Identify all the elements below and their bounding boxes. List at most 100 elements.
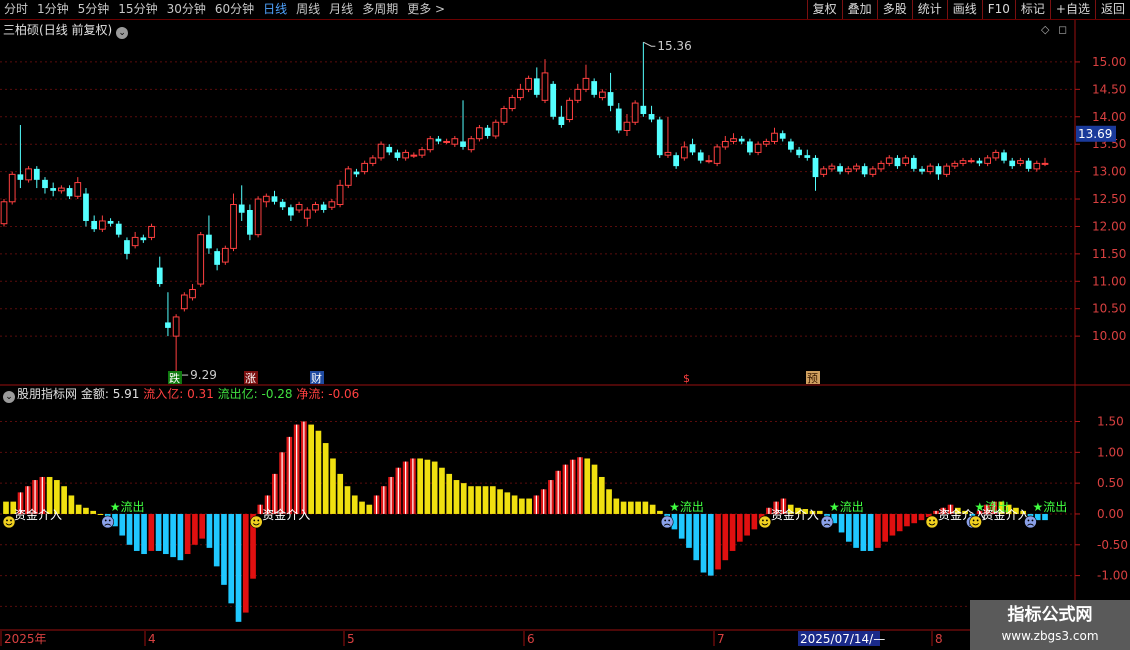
flow-bar-outflow (896, 513, 903, 532)
candle-body-up (631, 102, 639, 123)
event-marker-finance: 财 (311, 371, 322, 385)
chevron-down-icon[interactable]: ⌄ (3, 391, 15, 403)
candle-body-down (673, 155, 680, 167)
indicator-header: ⌄ 股朋指标网 金额: 5.91 流入亿: 0.31 流出亿: -0.28 净流:… (0, 385, 359, 403)
candle-body-down (648, 114, 655, 120)
flow-bar-outflow (722, 513, 729, 561)
action-button-4[interactable]: 画线 (946, 0, 982, 19)
flow-bar-inflow (90, 510, 97, 514)
event-marker-dollar: $ (683, 372, 690, 385)
candle-body-up (623, 121, 631, 131)
signal-inflow-label: 资金介入 (262, 507, 310, 522)
face-eye (929, 519, 931, 522)
period-tab-9[interactable]: 多周期 (358, 0, 403, 19)
flow-bar-outflow (133, 513, 140, 551)
candle-body-down (1001, 152, 1007, 161)
period-tab-5[interactable]: 60分钟 (211, 0, 259, 19)
watermark-url: www.zbgs3.com (1001, 629, 1099, 643)
candle-body-down (779, 133, 786, 139)
flow-bar-outflow (686, 513, 692, 548)
high-annotation: 15.36 (657, 39, 691, 53)
action-button-7[interactable]: +自选 (1049, 0, 1095, 19)
price-tick-label: 10.00 (1092, 329, 1126, 343)
chart-title: 三柏硕(日线 前复权) ⌄ (0, 20, 1075, 40)
flow-bar-inflow (446, 473, 453, 514)
period-tab-0[interactable]: 分时 (0, 0, 33, 19)
action-button-3[interactable]: 统计 (911, 0, 947, 19)
flow-bar-outflow (206, 513, 213, 548)
flow-bar-inflow (453, 480, 460, 514)
candle-body-up (959, 160, 967, 164)
flow-bar-stripe (390, 476, 392, 514)
action-button-1[interactable]: 叠加 (841, 0, 877, 19)
date-label: 7 (717, 632, 725, 646)
top-toolbar: 分时 1分钟 5分钟 15分钟 30分钟 60分钟 日线 周线 月线 多周期 更多 > 复权 叠加 多股… (0, 0, 1130, 20)
flow-bar-inflow (635, 501, 641, 514)
chart-canvas[interactable]: ★流出资金介入★流出资金介入★流出资金介入★流出资金介入★流出资金介入 15.0… (0, 0, 1130, 650)
action-button-5[interactable]: F10 (981, 0, 1015, 19)
period-tab-10[interactable]: 更多 > (403, 0, 450, 19)
indicator-name: 股朋指标网 (17, 387, 78, 401)
candle-body-up (517, 88, 524, 99)
candle-body-down (107, 220, 114, 224)
action-button-2[interactable]: 多股 (876, 0, 912, 19)
flow-bar-outflow (199, 513, 206, 539)
flow-bar-stripe (412, 458, 414, 514)
face-eye (257, 519, 260, 522)
price-tick-label: 12.00 (1092, 219, 1126, 233)
price-tick-label: 14.50 (1092, 82, 1126, 96)
price-tick-label: 11.50 (1092, 247, 1126, 261)
candle-body-up (172, 316, 180, 337)
flow-bar-outflow (918, 513, 925, 521)
period-tab-7[interactable]: 周线 (292, 0, 325, 19)
face-eye (10, 519, 12, 522)
action-button-6[interactable]: 标记 (1014, 0, 1050, 19)
face-eye (108, 519, 111, 522)
candle-body-up (992, 151, 1000, 159)
window-restore-icon[interactable]: ◻ (1058, 23, 1067, 36)
signal-inflow-label: 资金介入 (14, 507, 62, 522)
sad-face-icon (820, 515, 834, 529)
candle-body-up (885, 157, 893, 164)
flow-bar-outflow (838, 513, 845, 533)
flow-bar-inflow (308, 424, 314, 514)
period-tab-6[interactable]: 日线 (259, 0, 292, 19)
flow-bar-stripe (397, 467, 399, 514)
candle-body-up (336, 184, 344, 206)
flow-tick-label: 1.00 (1097, 445, 1124, 459)
smile-face-icon (758, 515, 772, 529)
flow-bar-inflow (417, 458, 423, 514)
candle-body-up (508, 97, 516, 110)
diamond-icon[interactable]: ◇ (1041, 23, 1049, 36)
flow-bar-inflow (431, 461, 438, 514)
flow-bar-stripe (543, 489, 545, 514)
date-label: 8 (935, 632, 943, 646)
candle-body-down (591, 81, 598, 95)
flow-bar-outflow (126, 513, 133, 545)
flow-tick-label: 1.50 (1097, 414, 1124, 428)
date-label: 5 (347, 632, 355, 646)
chevron-down-icon[interactable]: ⌄ (116, 27, 129, 39)
smile-face-icon (925, 515, 939, 529)
flow-bar-outflow (882, 513, 888, 542)
candle-body-up (58, 187, 65, 192)
candle-body-down (17, 174, 24, 180)
period-tab-1[interactable]: 1分钟 (33, 0, 74, 19)
flow-bar-inflow (591, 464, 598, 514)
period-tab-8[interactable]: 月线 (325, 0, 358, 19)
candle-body-up (402, 151, 410, 159)
flow-tick-label: -0.50 (1097, 538, 1128, 552)
action-button-0[interactable]: 复权 (806, 0, 842, 19)
flow-bar-outflow (119, 513, 126, 536)
period-tab-3[interactable]: 15分钟 (114, 0, 162, 19)
sad-face-icon (1024, 515, 1037, 529)
period-tab-4[interactable]: 30分钟 (163, 0, 211, 19)
candle-body-up (680, 146, 688, 159)
action-button-8[interactable]: 返回 (1094, 0, 1130, 19)
period-tab-2[interactable]: 5分钟 (74, 0, 115, 19)
flow-bar-inflow (628, 501, 634, 514)
face-eye (664, 519, 667, 522)
candle-body-up (131, 236, 139, 247)
candle-body-down (697, 152, 704, 161)
inflow-label: 流入亿: (143, 387, 188, 401)
